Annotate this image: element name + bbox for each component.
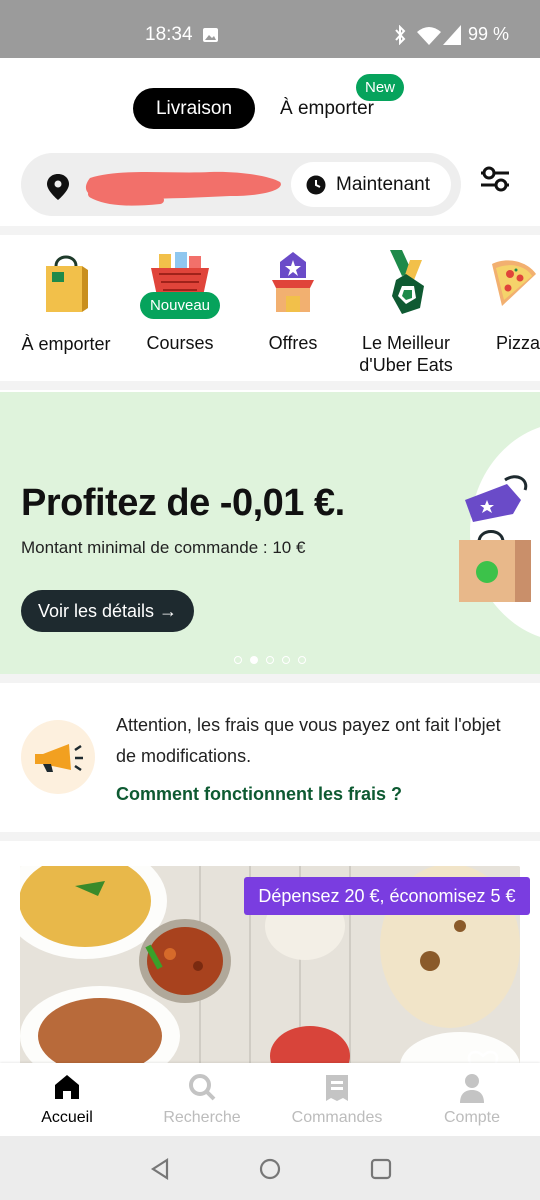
gallery-icon	[203, 28, 218, 42]
promo-title: Profitez de -0,01 €.	[21, 482, 345, 524]
bottom-navigation: Accueil Recherche Commandes Compte	[0, 1063, 540, 1136]
category-groceries[interactable]: Nouveau Courses	[125, 246, 235, 366]
nav-account[interactable]: Compte	[417, 1063, 527, 1136]
shopping-bag-icon	[46, 255, 88, 312]
notice-icon-circle	[21, 720, 95, 794]
category-pizza[interactable]: Pizza	[470, 246, 540, 366]
nav-search[interactable]: Recherche	[147, 1063, 257, 1136]
schedule-label: Maintenant	[336, 174, 431, 195]
divider	[0, 832, 540, 841]
divider	[0, 674, 540, 683]
location-pin-icon	[47, 174, 69, 200]
category-takeaway[interactable]: À emporter	[10, 246, 122, 366]
redacted-address	[85, 171, 281, 206]
deal-badge: Dépensez 20 €, économisez 5 €	[244, 877, 530, 915]
category-label: Le Meilleur d'Uber Eats	[359, 333, 453, 375]
pizza-slice-icon	[492, 260, 536, 306]
new-badge: New	[356, 74, 404, 101]
system-navigation-bar	[0, 1136, 540, 1200]
receipt-icon	[326, 1075, 348, 1101]
clock-icon	[306, 175, 326, 195]
category-row: À emporter Nouveau Courses Offres Le Mei…	[0, 238, 540, 378]
person-icon	[460, 1074, 484, 1103]
divider	[0, 381, 540, 390]
battery-level: 99 %	[468, 24, 510, 44]
filter-icon[interactable]	[479, 163, 511, 195]
megaphone-icon	[35, 744, 83, 772]
category-label: Pizza	[496, 333, 540, 353]
recents-icon[interactable]	[370, 1158, 392, 1180]
bluetooth-icon	[395, 25, 406, 45]
promo-bag-illustration	[459, 475, 531, 602]
category-label: Offres	[268, 333, 318, 353]
status-time: 18:34	[145, 24, 193, 45]
nav-home-label: Accueil	[41, 1109, 93, 1126]
nav-search-label: Recherche	[163, 1109, 241, 1126]
offer-shop-icon	[272, 252, 314, 312]
nav-orders-label: Commandes	[291, 1109, 383, 1126]
category-label: À emporter	[21, 334, 111, 354]
nav-home[interactable]: Accueil	[12, 1063, 122, 1136]
promo-details-button[interactable]: Voir les détails →	[21, 590, 194, 632]
home-circle-icon[interactable]	[259, 1158, 281, 1180]
category-best-of[interactable]: Le Meilleur d'Uber Eats	[348, 246, 464, 376]
search-icon	[189, 1074, 216, 1101]
category-offers[interactable]: Offres	[240, 246, 346, 366]
home-icon	[55, 1075, 79, 1099]
back-icon[interactable]	[150, 1158, 170, 1180]
wifi-icon	[417, 27, 441, 45]
signal-icon	[443, 25, 461, 45]
category-label: Courses	[146, 333, 214, 353]
award-ribbon-icon	[390, 250, 424, 314]
promo-subtitle: Montant minimal de commande : 10 €	[21, 538, 306, 557]
nav-account-label: Compte	[443, 1109, 501, 1126]
fee-notice-text: Attention, les frais que vous payez ont …	[116, 715, 501, 766]
divider	[0, 226, 540, 235]
delivery-tab[interactable]: Livraison	[133, 88, 255, 129]
status-bar: 18:34 99 %	[0, 0, 540, 58]
nav-orders[interactable]: Commandes	[282, 1063, 392, 1136]
carousel-indicator	[234, 656, 306, 664]
new-category-badge: Nouveau	[140, 292, 220, 319]
fee-info-link[interactable]: Comment fonctionnent les frais ?	[116, 784, 402, 805]
